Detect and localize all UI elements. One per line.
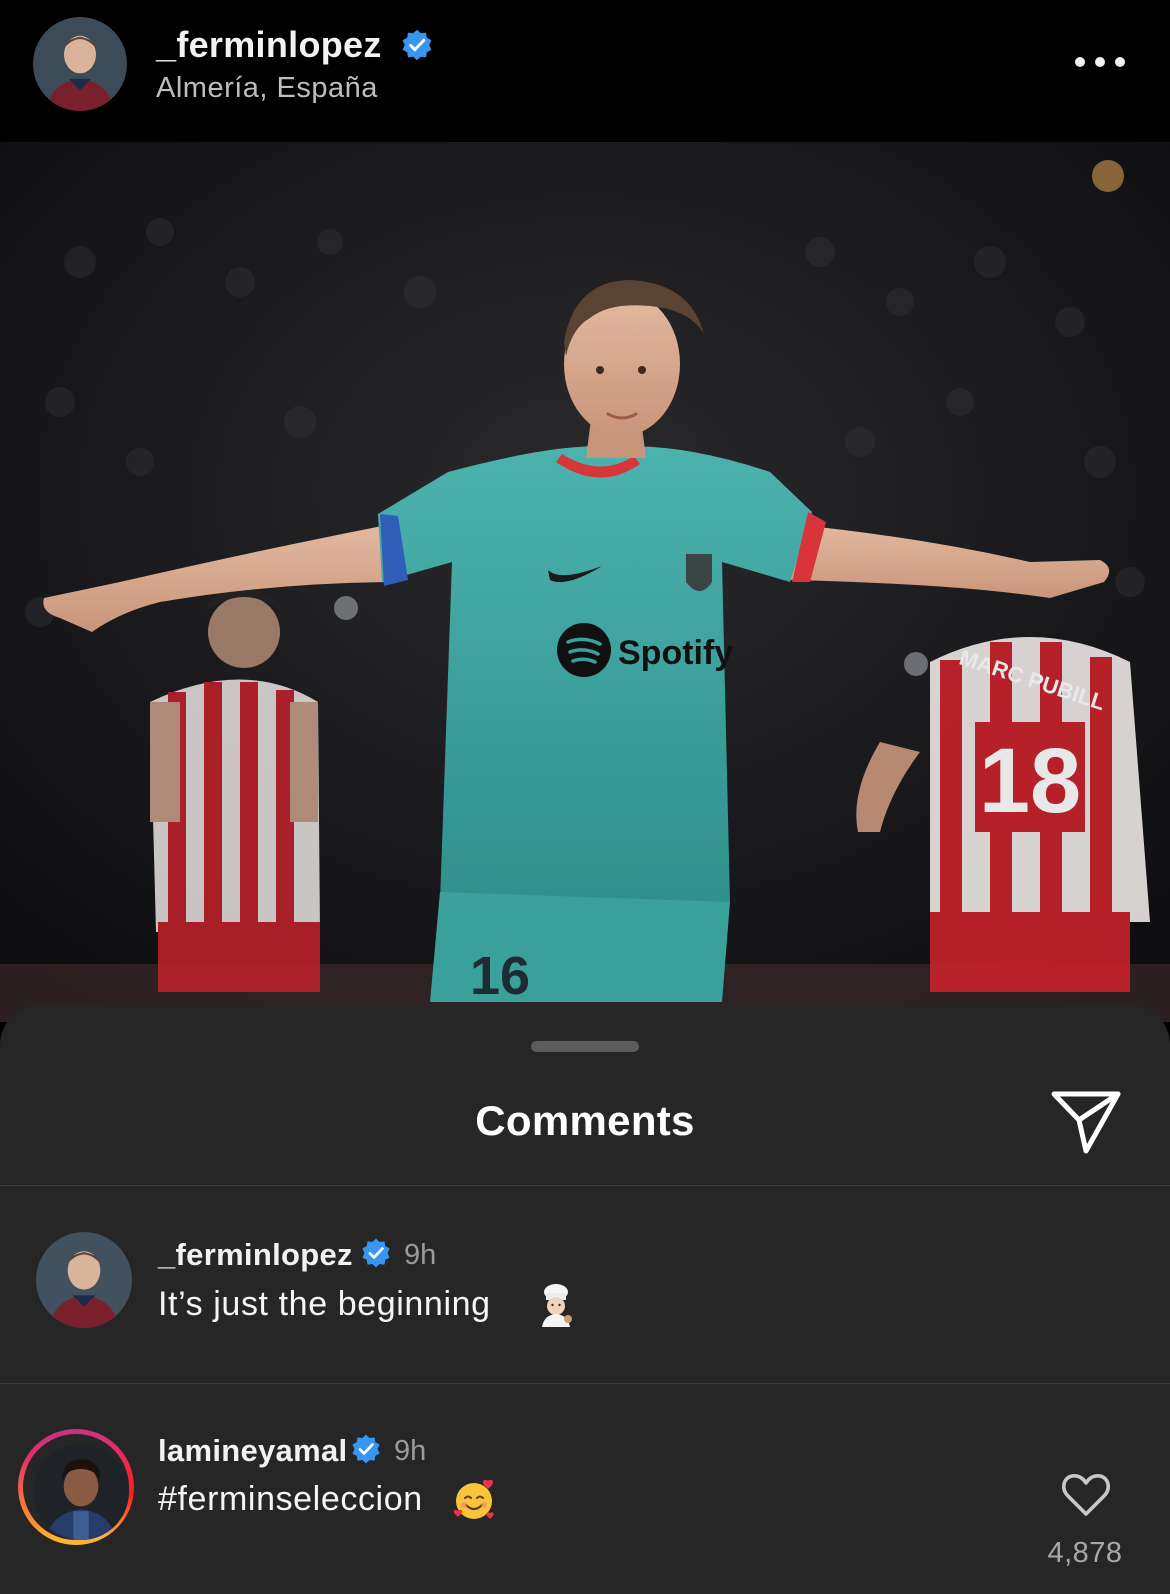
avatar-image — [36, 1232, 132, 1328]
verified-badge-icon — [362, 1238, 390, 1268]
cook-emoji-icon — [542, 1284, 572, 1327]
like-count: 4,878 — [1047, 1537, 1123, 1569]
comment-time: 9h — [394, 1435, 427, 1467]
shirt-sponsor: Spotify — [618, 634, 733, 672]
verified-badge-icon — [402, 29, 432, 61]
player-number: 16 — [470, 946, 530, 1006]
sheet-drag-handle[interactable] — [531, 1041, 639, 1052]
story-ring[interactable] — [18, 1429, 134, 1545]
divider — [0, 1383, 1170, 1384]
comment-text: It’s just the beginning — [158, 1285, 491, 1323]
post-photo[interactable]: 18 MARC PUBILL 16 Spotify — [0, 142, 1170, 1022]
opponent-number: 18 — [979, 730, 1081, 832]
comment-avatar[interactable] — [36, 1232, 132, 1328]
post-username[interactable]: _ferminlopez — [156, 24, 382, 66]
share-paper-plane-icon[interactable] — [1050, 1089, 1122, 1155]
divider — [0, 1185, 1170, 1186]
comments-sheet: Comments _ferminlopez 9h It’s just the b… — [0, 1005, 1170, 1594]
avatar-image — [33, 1444, 129, 1540]
football-celebration-image: 18 MARC PUBILL 16 Spotify — [0, 142, 1170, 1022]
profile-avatar[interactable] — [33, 17, 127, 111]
avatar-image — [33, 17, 127, 111]
verified-badge-icon — [352, 1434, 380, 1464]
more-options-icon[interactable] — [1072, 42, 1128, 82]
comment-text: #ferminseleccion — [158, 1480, 423, 1518]
comment-username[interactable]: _ferminlopez — [158, 1237, 353, 1273]
comment-time: 9h — [404, 1239, 437, 1271]
smiling-face-with-hearts-emoji-icon — [453, 1479, 494, 1519]
like-heart-icon[interactable] — [1060, 1472, 1112, 1518]
comment-avatar[interactable] — [33, 1444, 129, 1540]
post-header: _ferminlopez Almería, España — [0, 0, 1170, 142]
post-location[interactable]: Almería, España — [156, 72, 378, 105]
comments-title: Comments — [475, 1097, 695, 1144]
comment-username[interactable]: lamineyamal — [158, 1433, 347, 1469]
